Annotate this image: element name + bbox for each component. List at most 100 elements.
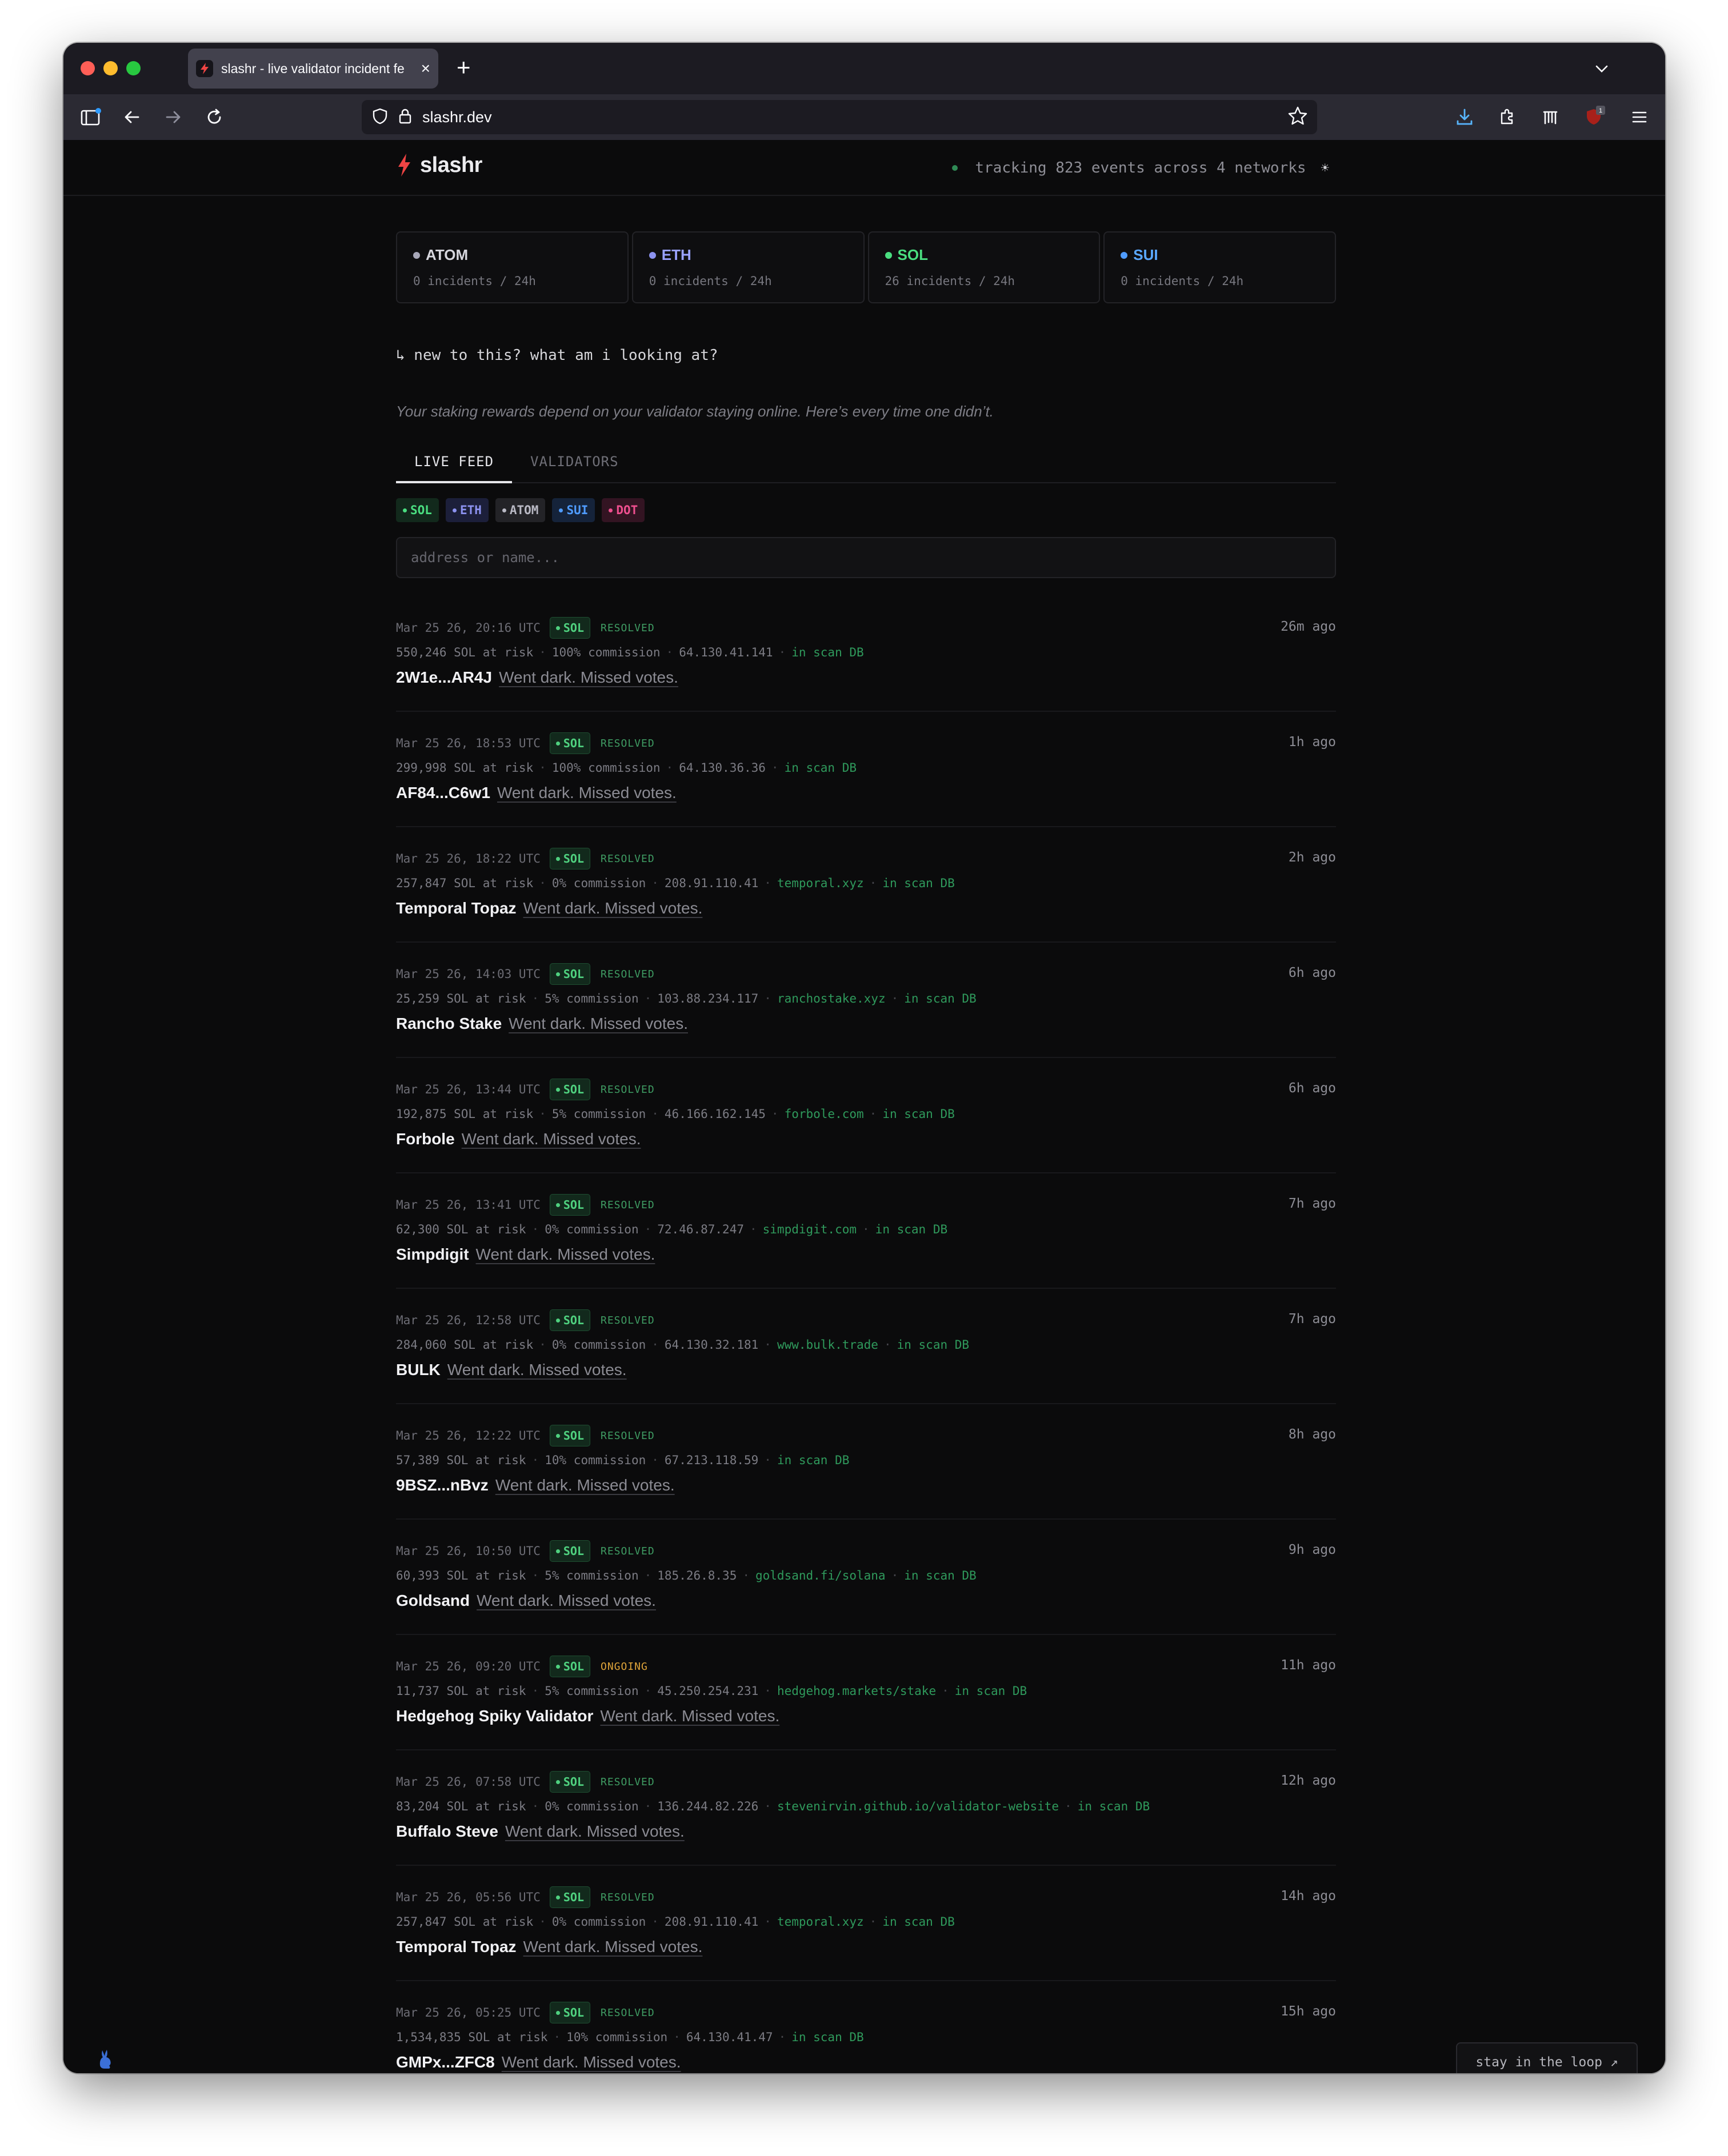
event-scan-db: in scan DB	[882, 1107, 955, 1121]
search-box	[396, 537, 1336, 578]
back-icon[interactable]	[119, 105, 145, 130]
event-row[interactable]: Mar 25 26, 20:16 UTC SOL RESOLVED 26m ago 55…	[396, 596, 1336, 712]
network-card-sol[interactable]: SOL 26 incidents / 24h	[867, 231, 1101, 303]
validator-name[interactable]: Forbole	[396, 1130, 455, 1148]
validator-name[interactable]: Rancho Stake	[396, 1015, 502, 1032]
tab-close-icon[interactable]: ×	[421, 59, 430, 78]
validator-name[interactable]: Goldsand	[396, 1592, 470, 1609]
event-description[interactable]: Went dark. Missed votes.	[523, 1938, 703, 1955]
event-description[interactable]: Went dark. Missed votes.	[523, 899, 703, 917]
lock-icon[interactable]	[398, 107, 412, 127]
event-stake: 284,060 SOL at risk	[396, 1338, 534, 1352]
event-row[interactable]: Mar 25 26, 18:53 UTC SOL RESOLVED 1h ago 299…	[396, 712, 1336, 827]
close-window-button[interactable]	[81, 61, 95, 75]
event-description[interactable]: Went dark. Missed votes.	[502, 2053, 681, 2071]
gift-icon[interactable]	[1538, 105, 1563, 130]
url-bar[interactable]: slashr.dev	[362, 100, 1317, 134]
chip-label: ATOM	[509, 503, 539, 517]
stay-in-loop-button[interactable]: stay in the loop ↗	[1456, 2042, 1638, 2073]
event-status: RESOLVED	[601, 1083, 655, 1096]
event-row[interactable]: Mar 25 26, 05:25 UTC SOL RESOLVED 15h ago 1,…	[396, 1981, 1336, 2073]
event-description[interactable]: Went dark. Missed votes.	[509, 1015, 688, 1032]
event-row[interactable]: Mar 25 26, 13:44 UTC SOL RESOLVED 6h ago 192…	[396, 1058, 1336, 1173]
filter-chip-sol[interactable]: SOL	[396, 498, 439, 522]
validator-name[interactable]: Simpdigit	[396, 1245, 469, 1263]
validator-name[interactable]: GMPx...ZFC8	[396, 2053, 495, 2071]
event-website-link[interactable]: stevenirvin.github.io/validator-website	[777, 1800, 1059, 1813]
event-website-link[interactable]: goldsand.fi/solana	[755, 1569, 886, 1582]
event-row[interactable]: Mar 25 26, 18:22 UTC SOL RESOLVED 2h ago 257…	[396, 827, 1336, 943]
filter-chip-atom[interactable]: ATOM	[495, 498, 546, 522]
event-description[interactable]: Went dark. Missed votes.	[476, 1245, 655, 1263]
browser-tab[interactable]: slashr - live validator incident fe ×	[188, 49, 438, 89]
logo[interactable]: slashr	[396, 153, 482, 178]
validator-name[interactable]: Buffalo Steve	[396, 1822, 498, 1840]
event-website-link[interactable]: hedgehog.markets/stake	[777, 1684, 936, 1698]
chain-filters: SOL ETH ATOM SUI DOT	[396, 498, 1336, 522]
tab-validators[interactable]: VALIDATORS	[512, 450, 637, 483]
event-row[interactable]: Mar 25 26, 12:58 UTC SOL RESOLVED 7h ago 284…	[396, 1289, 1336, 1404]
validator-name[interactable]: BULK	[396, 1361, 441, 1378]
event-description[interactable]: Went dark. Missed votes.	[497, 784, 677, 802]
separator: ·	[862, 1223, 870, 1236]
event-description[interactable]: Went dark. Missed votes.	[462, 1130, 641, 1148]
event-description[interactable]: Went dark. Missed votes.	[447, 1361, 627, 1378]
event-row[interactable]: Mar 25 26, 12:22 UTC SOL RESOLVED 8h ago 57,…	[396, 1404, 1336, 1520]
event-website-link[interactable]: forbole.com	[785, 1107, 864, 1121]
event-website-link[interactable]: www.bulk.trade	[777, 1338, 878, 1352]
tab-list-chevron-icon[interactable]	[1593, 60, 1610, 80]
event-row[interactable]: Mar 25 26, 09:20 UTC SOL ONGOING 11h ago 11,…	[396, 1635, 1336, 1750]
event-row[interactable]: Mar 25 26, 07:58 UTC SOL RESOLVED 12h ago 83…	[396, 1750, 1336, 1866]
tab-live-feed[interactable]: LIVE FEED	[396, 450, 513, 483]
event-row[interactable]: Mar 25 26, 13:41 UTC SOL RESOLVED 7h ago 62,…	[396, 1173, 1336, 1289]
new-tab-button[interactable]: +	[457, 53, 471, 82]
event-ip: 45.250.254.231	[657, 1684, 759, 1698]
event-row[interactable]: Mar 25 26, 14:03 UTC SOL RESOLVED 6h ago 25,…	[396, 943, 1336, 1058]
event-row[interactable]: Mar 25 26, 10:50 UTC SOL RESOLVED 9h ago 60,…	[396, 1520, 1336, 1635]
event-website-link[interactable]: simpdigit.com	[763, 1223, 857, 1236]
event-website-link[interactable]: temporal.xyz	[777, 876, 864, 890]
theme-toggle-sun-icon[interactable]: ☀	[1321, 160, 1329, 176]
validator-name[interactable]: AF84...C6w1	[396, 784, 490, 802]
network-card-sui[interactable]: SUI 0 incidents / 24h	[1103, 231, 1336, 303]
event-description[interactable]: Went dark. Missed votes.	[499, 668, 678, 686]
bookmark-star-icon[interactable]	[1286, 105, 1309, 130]
event-chain-badge: SOL	[549, 1309, 590, 1331]
extensions-icon[interactable]	[1494, 105, 1519, 130]
validator-name[interactable]: Hedgehog Spiky Validator	[396, 1707, 593, 1725]
event-row[interactable]: Mar 25 26, 05:56 UTC SOL RESOLVED 14h ago 25…	[396, 1866, 1336, 1981]
network-label: SOL	[897, 246, 928, 263]
downloads-icon[interactable]	[1452, 105, 1477, 130]
event-relative-time: 1h ago	[1288, 735, 1336, 750]
validator-name[interactable]: 9BSZ...nBvz	[396, 1476, 489, 1494]
event-ip: 185.26.8.35	[657, 1569, 737, 1582]
network-card-atom[interactable]: ATOM 0 incidents / 24h	[396, 231, 629, 303]
live-dot-icon	[952, 165, 958, 171]
sidebar-toggle-icon[interactable]	[78, 105, 103, 130]
event-description[interactable]: Went dark. Missed votes.	[495, 1476, 675, 1494]
filter-chip-eth[interactable]: ETH	[445, 498, 489, 522]
menu-icon[interactable]	[1627, 105, 1652, 130]
event-website-link[interactable]: temporal.xyz	[777, 1915, 864, 1929]
ublock-extension-icon[interactable]: 1	[1582, 105, 1607, 130]
validator-name[interactable]: Temporal Topaz	[396, 1938, 517, 1955]
rabbit-icon[interactable]	[97, 2048, 114, 2073]
event-website-link[interactable]: ranchostake.xyz	[777, 992, 886, 1005]
forward-icon[interactable]	[161, 105, 186, 130]
reload-icon[interactable]	[202, 105, 227, 130]
filter-chip-sui[interactable]: SUI	[552, 498, 595, 522]
event-description[interactable]: Went dark. Missed votes.	[505, 1822, 685, 1840]
event-description[interactable]: Went dark. Missed votes.	[600, 1707, 779, 1725]
filter-chip-dot[interactable]: DOT	[602, 498, 645, 522]
event-description[interactable]: Went dark. Missed votes.	[477, 1592, 656, 1609]
minimize-window-button[interactable]	[103, 61, 118, 75]
maximize-window-button[interactable]	[126, 61, 141, 75]
network-card-eth[interactable]: ETH 0 incidents / 24h	[631, 231, 865, 303]
validator-name[interactable]: Temporal Topaz	[396, 899, 517, 917]
shield-icon[interactable]	[372, 107, 388, 127]
intro-question-link[interactable]: ↳ new to this? what am i looking at?	[396, 347, 1336, 364]
search-input[interactable]	[411, 550, 1321, 566]
validator-name[interactable]: 2W1e...AR4J	[396, 668, 492, 686]
url-text[interactable]: slashr.dev	[422, 109, 492, 126]
chain-dot-icon	[555, 2010, 560, 2015]
